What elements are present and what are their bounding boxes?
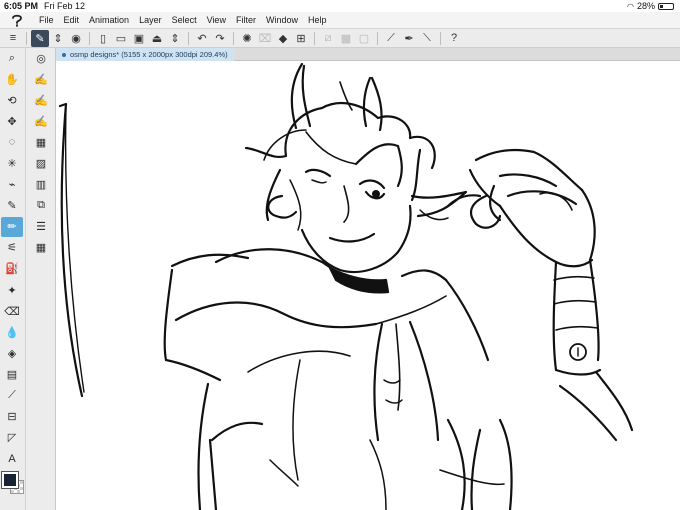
menu-view[interactable]: View bbox=[202, 15, 231, 25]
sketch-artwork bbox=[58, 62, 634, 510]
fill-bucket-icon[interactable]: ◈ bbox=[1, 343, 23, 363]
save-icon[interactable]: ▣ bbox=[130, 30, 148, 47]
status-right: ◠ 28% bbox=[627, 1, 674, 11]
toolbar-separator bbox=[26, 31, 27, 45]
lasso-icon[interactable]: ◌ bbox=[1, 132, 23, 152]
layers-icon[interactable]: ☰ bbox=[30, 217, 52, 237]
navigator-icon[interactable]: ◎ bbox=[30, 48, 52, 68]
menu-help[interactable]: Help bbox=[303, 15, 332, 25]
command-bar-buttons: ≡ ✎ ⇕ ◉ ▯ ▭ ▣ ⏏ ⇕ ↶ ↷ ✺ ⌧ ◆ ⊞ ⧄ ▩ ▢ ⟋ ✒ ⟍? bbox=[4, 29, 463, 47]
sub-tool-brush-icon[interactable]: ✍ bbox=[30, 90, 52, 110]
layer-property-icon[interactable]: ⧉ bbox=[30, 196, 52, 216]
eyedropper-icon[interactable]: ⌁ bbox=[1, 175, 23, 195]
color-swatch[interactable] bbox=[2, 472, 24, 494]
palette-icons-column: ◎ ✍ ✍ ✍ ▦ ▨ ▥ ⧉ ☰ ▦ bbox=[28, 48, 54, 259]
deselect-icon[interactable]: ⧄ bbox=[319, 30, 337, 47]
magic-wand-icon[interactable]: ✳ bbox=[1, 153, 23, 173]
canvas-tab[interactable]: osmp designs* (5155 x 2000px 300dpi 209.… bbox=[56, 48, 234, 61]
palette-divider bbox=[25, 48, 26, 510]
ruler-icon[interactable]: ⟋ bbox=[382, 30, 400, 47]
canvas-tab-title: osmp designs* (5155 x 2000px 300dpi 209.… bbox=[70, 50, 228, 59]
edit-layer-icon[interactable]: ✎ bbox=[31, 29, 49, 47]
decoration-icon[interactable]: ✦ bbox=[1, 280, 23, 300]
tool-palette: ⌕✋⟲✥◌✳⌁✎✏⚟⛽✦⌫💧◈▤⟋⊟◸A⋗ ◎✍✍✍▦▨▥⧉☰▦ bbox=[0, 48, 56, 510]
menu-select[interactable]: Select bbox=[167, 15, 202, 25]
straight-line-icon[interactable]: ⟍ bbox=[418, 30, 436, 47]
battery-icon bbox=[658, 2, 674, 10]
menu-bar: File Edit Animation Layer Select View Filter Wi… bbox=[0, 12, 680, 29]
eraser-icon[interactable]: ⌫ bbox=[1, 301, 23, 321]
stepper-icon-2[interactable]: ⇕ bbox=[166, 30, 184, 47]
menu-layer[interactable]: Layer bbox=[134, 15, 167, 25]
text-icon[interactable]: A bbox=[1, 449, 23, 469]
gradient-icon[interactable]: ▤ bbox=[1, 364, 23, 384]
rotate-view-icon[interactable]: ⟲ bbox=[1, 90, 23, 110]
toolbar-separator bbox=[188, 31, 189, 45]
clip-studio-logo-icon[interactable] bbox=[6, 12, 28, 29]
sub-tool-pencil-icon[interactable]: ✍ bbox=[30, 69, 52, 89]
brush-size-icon[interactable]: ▨ bbox=[30, 153, 52, 173]
toolbar-separator bbox=[89, 31, 90, 45]
toolbar-separator bbox=[377, 31, 378, 45]
command-bar: ≡ ✎ ⇕ ◉ ▯ ▭ ▣ ⏏ ⇕ ↶ ↷ ✺ ⌧ ◆ ⊞ ⧄ ▩ ▢ ⟋ ✒ ⟍? bbox=[0, 29, 680, 48]
menu-animation[interactable]: Animation bbox=[84, 15, 134, 25]
invert-selection-icon[interactable]: ▩ bbox=[337, 30, 355, 47]
status-time: 6:05 PM bbox=[4, 1, 39, 11]
menu-window[interactable]: Window bbox=[261, 15, 303, 25]
fill-icon[interactable]: ◆ bbox=[274, 30, 292, 47]
move-icon[interactable]: ✥ bbox=[1, 111, 23, 131]
line-icon[interactable]: ⟋ bbox=[1, 386, 23, 406]
clear-selection-icon[interactable]: ⌧ bbox=[256, 30, 274, 47]
crop-icon[interactable]: ⊞ bbox=[292, 30, 310, 47]
clip-studio-window: 6:05 PM Fri Feb 12 ◠ 28% File Edit Animati… bbox=[0, 0, 680, 510]
open-folder-icon[interactable]: ▭ bbox=[112, 30, 130, 47]
airbrush-icon[interactable]: ⛽ bbox=[1, 259, 23, 279]
tool-property-icon[interactable]: ▦ bbox=[30, 132, 52, 152]
eye-icon[interactable]: ◉ bbox=[67, 30, 85, 47]
hand-icon[interactable]: ✋ bbox=[1, 69, 23, 89]
status-date: Fri Feb 12 bbox=[44, 1, 86, 11]
drawing-canvas[interactable] bbox=[56, 61, 680, 510]
unsaved-dot-icon bbox=[62, 52, 66, 57]
redo-icon[interactable]: ↷ bbox=[211, 30, 229, 47]
selection-border-icon[interactable]: ▢ bbox=[355, 30, 373, 47]
menu-edit[interactable]: Edit bbox=[59, 15, 85, 25]
color-set-icon[interactable]: ▥ bbox=[30, 175, 52, 195]
canvas-tab-bar: osmp designs* (5155 x 2000px 300dpi 209.… bbox=[56, 48, 680, 61]
menu-items: File Edit Animation Layer Select View Filter Wi… bbox=[34, 15, 331, 25]
loading-icon[interactable]: ✺ bbox=[238, 30, 256, 47]
menu-icon[interactable]: ≡ bbox=[4, 30, 22, 47]
zoom-icon[interactable]: ⌕ bbox=[1, 48, 23, 68]
tool-column: ⌕✋⟲✥◌✳⌁✎✏⚟⛽✦⌫💧◈▤⟋⊟◸A⋗ bbox=[0, 48, 24, 491]
pencil-icon[interactable]: ✏ bbox=[1, 216, 23, 237]
pen-stroke-icon[interactable]: ✒ bbox=[400, 30, 418, 47]
ios-status-bar: 6:05 PM Fri Feb 12 ◠ 28% bbox=[0, 0, 680, 12]
print-icon[interactable]: ⏏ bbox=[148, 30, 166, 47]
new-page-icon[interactable]: ▯ bbox=[94, 30, 112, 47]
toolbar-separator bbox=[314, 31, 315, 45]
material-icon[interactable]: ▦ bbox=[30, 238, 52, 258]
blend-icon[interactable]: 💧 bbox=[1, 322, 23, 342]
balloon-icon[interactable]: ◸ bbox=[1, 428, 23, 448]
wifi-icon: ◠ bbox=[627, 1, 634, 11]
stepper-icon[interactable]: ⇕ bbox=[49, 30, 67, 47]
menu-file[interactable]: File bbox=[34, 15, 59, 25]
frame-icon[interactable]: ⊟ bbox=[1, 407, 23, 427]
sub-tool-paint-icon[interactable]: ✍ bbox=[30, 111, 52, 131]
help-icon[interactable]: ? bbox=[445, 30, 463, 47]
battery-percent: 28% bbox=[636, 1, 655, 11]
battery-level-fill bbox=[660, 4, 664, 8]
main-color[interactable] bbox=[2, 472, 18, 488]
menu-filter[interactable]: Filter bbox=[231, 15, 261, 25]
undo-icon[interactable]: ↶ bbox=[193, 30, 211, 47]
pen-icon[interactable]: ✎ bbox=[1, 196, 23, 216]
toolbar-separator bbox=[440, 31, 441, 45]
toolbar-separator bbox=[233, 31, 234, 45]
brush-icon[interactable]: ⚟ bbox=[1, 238, 23, 258]
